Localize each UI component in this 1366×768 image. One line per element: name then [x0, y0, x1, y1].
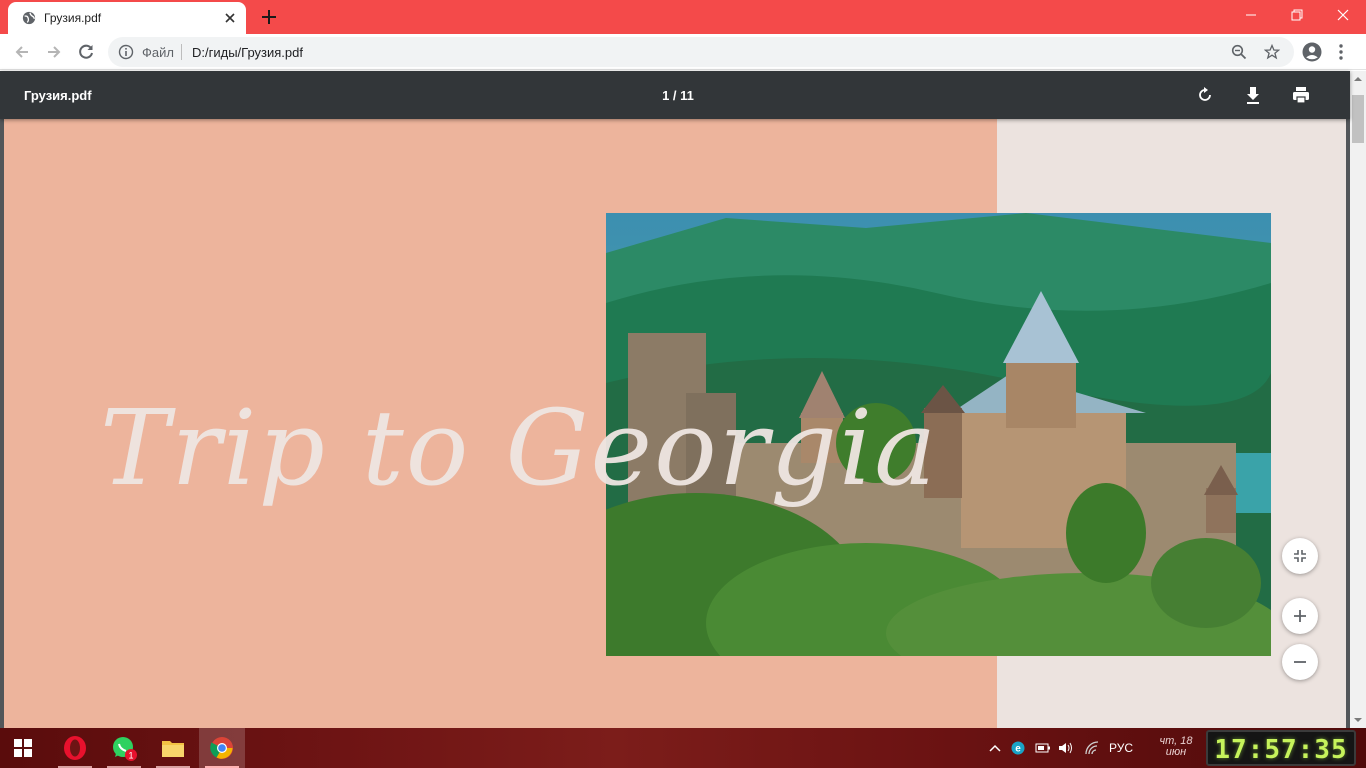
forward-arrow-icon[interactable] — [44, 42, 64, 62]
tray-language[interactable]: РУС — [1104, 728, 1138, 768]
page-indicator: 1 / 11 — [662, 88, 694, 103]
battery-icon — [1035, 743, 1050, 753]
minimize-button[interactable] — [1228, 0, 1274, 30]
browser-toolbar: Файл D:/гиды/Грузия.pdf — [0, 34, 1366, 70]
chevron-up-icon — [989, 744, 1001, 752]
tray-browser-app[interactable]: e — [1009, 728, 1027, 768]
restore-icon — [1291, 9, 1303, 21]
fit-page-icon — [1294, 550, 1306, 562]
profile-avatar-icon[interactable] — [1302, 42, 1322, 62]
new-tab-icon[interactable] — [260, 8, 278, 26]
taskbar-opera[interactable] — [52, 728, 98, 768]
windows-taskbar: 1 e РУС чт, 18 июн — [0, 728, 1366, 768]
globe-icon — [22, 11, 36, 25]
url-text[interactable]: D:/гиды/Грузия.pdf — [192, 45, 303, 60]
opera-icon — [64, 736, 86, 760]
restore-button[interactable] — [1274, 0, 1320, 30]
plus-icon — [1294, 610, 1306, 622]
minus-icon — [1294, 661, 1306, 663]
scroll-up-arrow-icon[interactable] — [1354, 75, 1362, 83]
browser-menu-icon[interactable] — [1336, 42, 1346, 62]
tab-title: Грузия.pdf — [44, 11, 102, 25]
tray-date[interactable]: чт, 18 июн — [1150, 736, 1202, 758]
title-bar: Грузия.pdf — [0, 0, 1366, 34]
minimize-icon — [1246, 14, 1256, 16]
pdf-document-area[interactable]: Trip to Georgia — [0, 119, 1350, 728]
chrome-icon — [210, 737, 233, 759]
tray-network[interactable] — [1082, 728, 1102, 768]
svg-text:e: e — [1015, 744, 1021, 755]
pdf-page: Trip to Georgia — [4, 119, 1346, 728]
browser-e-icon: e — [1011, 741, 1025, 755]
rotate-icon[interactable] — [1194, 84, 1216, 106]
cover-title: Trip to Georgia — [100, 387, 939, 509]
download-icon[interactable] — [1242, 84, 1264, 106]
address-bar[interactable]: Файл D:/гиды/Грузия.pdf — [108, 37, 1294, 67]
fit-page-button[interactable] — [1282, 538, 1318, 574]
speaker-icon — [1059, 742, 1072, 754]
url-scheme-label: Файл — [142, 45, 174, 60]
print-icon[interactable] — [1290, 84, 1312, 106]
vertical-scrollbar[interactable] — [1350, 71, 1366, 728]
wifi-icon — [1085, 741, 1099, 755]
close-icon — [1337, 9, 1349, 21]
browser-tab[interactable]: Грузия.pdf — [8, 2, 246, 34]
pdf-toolbar: Грузия.pdf 1 / 11 — [0, 71, 1350, 119]
close-window-button[interactable] — [1320, 0, 1366, 30]
taskbar-chrome[interactable] — [199, 728, 245, 768]
omnibox-divider — [181, 44, 182, 60]
tray-battery[interactable] — [1033, 728, 1053, 768]
info-icon[interactable] — [118, 44, 134, 60]
tray-show-hidden[interactable] — [986, 728, 1004, 768]
bookmark-star-icon[interactable] — [1264, 44, 1280, 60]
date-month: июн — [1165, 746, 1187, 758]
zoom-out-button[interactable] — [1282, 644, 1318, 680]
taskbar-whatsapp[interactable]: 1 — [101, 728, 147, 768]
clock-time: 17:57:35 — [1214, 735, 1348, 765]
zoom-magnifier-icon[interactable] — [1231, 44, 1247, 60]
windows-logo-icon — [14, 739, 32, 757]
pdf-filename: Грузия.pdf — [24, 88, 92, 103]
start-button[interactable] — [0, 728, 46, 768]
reload-icon[interactable] — [76, 42, 96, 62]
whatsapp-badge: 1 — [128, 751, 133, 761]
tray-volume[interactable] — [1056, 728, 1076, 768]
whatsapp-icon: 1 — [113, 737, 137, 761]
back-arrow-icon[interactable] — [12, 42, 32, 62]
scroll-down-arrow-icon[interactable] — [1354, 716, 1362, 724]
scrollbar-thumb[interactable] — [1352, 95, 1364, 143]
folder-icon — [162, 741, 184, 757]
zoom-in-button[interactable] — [1282, 598, 1318, 634]
close-tab-icon[interactable] — [222, 10, 238, 26]
taskbar-file-explorer[interactable] — [150, 728, 196, 768]
digital-clock-widget[interactable]: 17:57:35 — [1206, 730, 1356, 766]
